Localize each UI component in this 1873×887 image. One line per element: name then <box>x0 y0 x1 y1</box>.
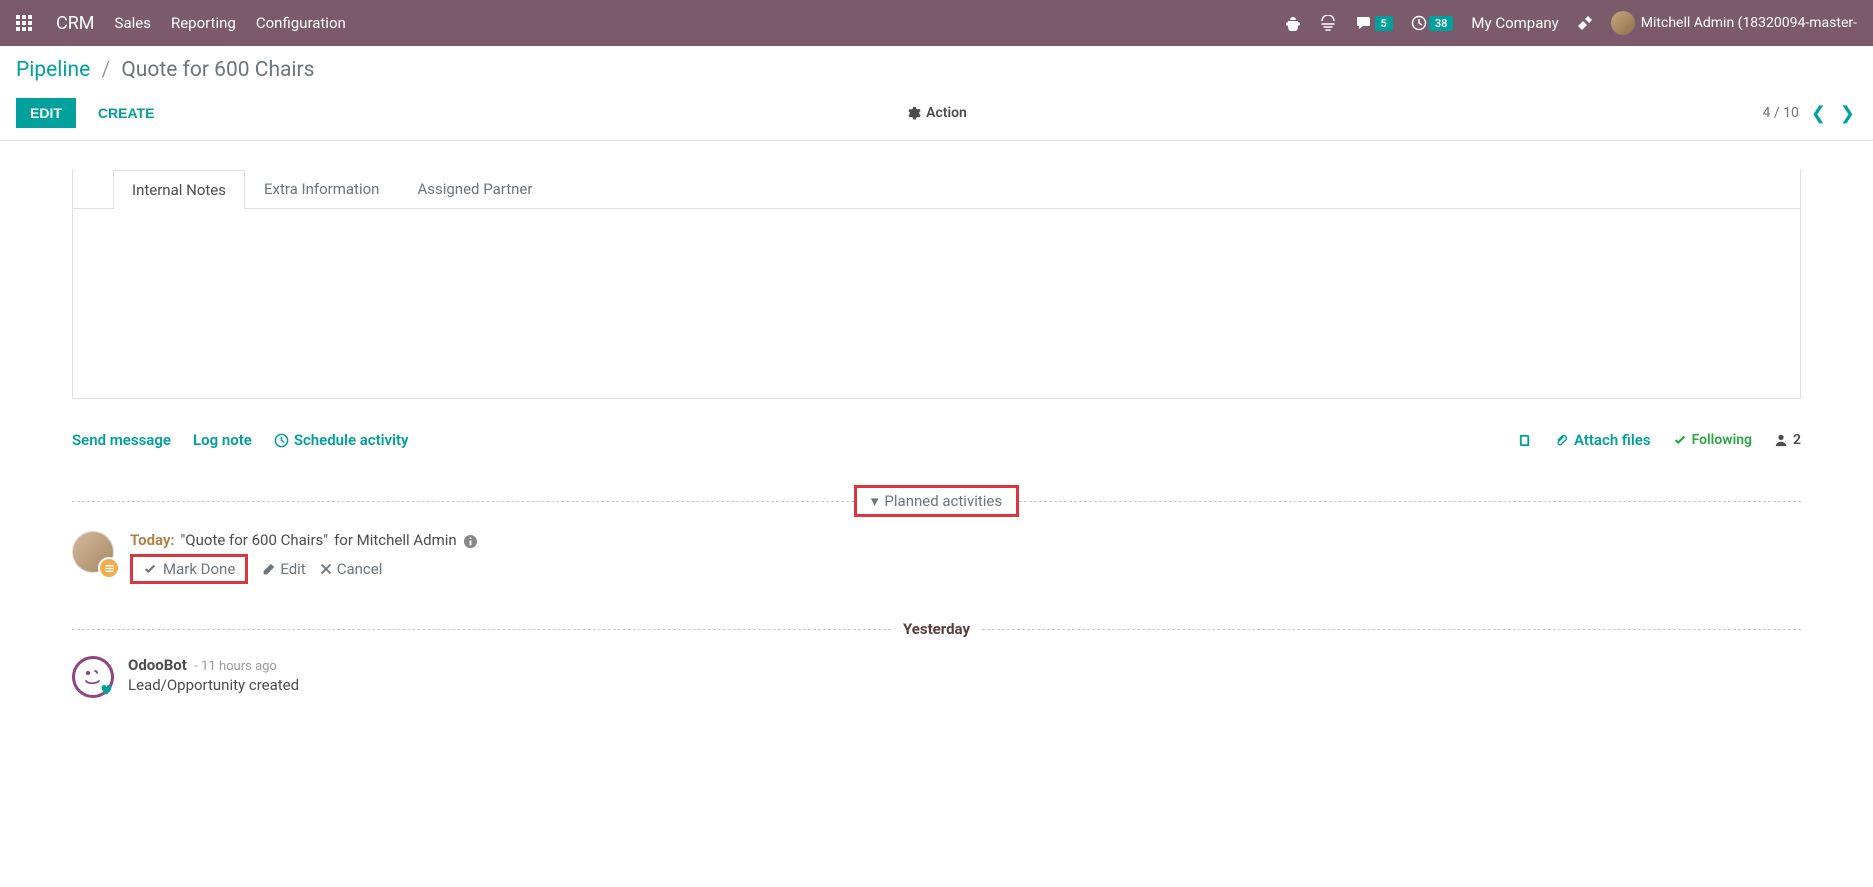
activities-badge: 38 <box>1429 16 1454 31</box>
tab-content <box>73 209 1800 349</box>
app-name[interactable]: CRM <box>56 13 95 34</box>
day-label: Yesterday <box>891 620 982 638</box>
wiki-button[interactable] <box>1517 433 1532 448</box>
activity-avatar-wrap <box>72 531 116 575</box>
apps-icon[interactable] <box>16 15 32 31</box>
check-icon <box>143 562 157 576</box>
planned-activities-label: Planned activities <box>884 492 1002 510</box>
user-avatar <box>1611 11 1635 35</box>
schedule-activity-label: Schedule activity <box>294 431 409 449</box>
info-icon[interactable] <box>463 531 478 549</box>
messages-badge: 5 <box>1375 16 1393 31</box>
mark-done-button[interactable]: Mark Done <box>130 554 248 584</box>
menu-configuration[interactable]: Configuration <box>256 14 346 32</box>
schedule-activity-button[interactable]: Schedule activity <box>274 431 409 449</box>
company-selector[interactable]: My Company <box>1471 14 1558 32</box>
activity-cancel-button[interactable]: Cancel <box>320 560 383 578</box>
followers-button[interactable]: 2 <box>1774 432 1801 448</box>
planned-activities-toggle[interactable]: ▾ Planned activities <box>854 485 1019 517</box>
close-icon <box>320 563 332 575</box>
send-message-button[interactable]: Send message <box>72 431 171 449</box>
top-navbar: CRM Sales Reporting Configuration 5 38 M… <box>0 0 1873 46</box>
book-icon <box>1517 433 1532 448</box>
activity-actions: Mark Done Edit Cancel <box>130 554 1801 584</box>
person-icon <box>1774 433 1788 447</box>
control-right: 4 / 10 ❮ ❯ <box>1762 103 1857 124</box>
tab-extra-info[interactable]: Extra Information <box>245 169 398 208</box>
planned-activities-divider: ▾ Planned activities <box>72 485 1801 517</box>
day-separator: Yesterday <box>72 620 1801 638</box>
pager-prev[interactable]: ❮ <box>1809 103 1828 124</box>
pager-next[interactable]: ❯ <box>1838 103 1857 124</box>
breadcrumb-current: Quote for 600 Chairs <box>121 58 314 82</box>
odoobot-avatar <box>72 656 114 698</box>
log-note-button[interactable]: Log note <box>193 431 252 449</box>
support-icon[interactable] <box>1319 15 1337 31</box>
heart-icon <box>100 681 113 697</box>
tab-assigned-partner[interactable]: Assigned Partner <box>398 169 551 208</box>
message-time: - 11 hours ago <box>194 659 277 674</box>
user-name: Mitchell Admin (18320094-master- <box>1641 15 1857 31</box>
messages-icon[interactable]: 5 <box>1355 15 1393 31</box>
activity-due-label: Today: <box>130 531 175 549</box>
edit-button[interactable]: EDIT <box>16 98 76 128</box>
message-author: OdooBot <box>128 656 187 674</box>
breadcrumb: Pipeline / Quote for 600 Chairs <box>16 58 1857 82</box>
activity-edit-label: Edit <box>280 560 305 578</box>
gear-icon <box>906 106 920 120</box>
breadcrumb-separator: / <box>101 58 110 82</box>
breadcrumb-bar: Pipeline / Quote for 600 Chairs <box>0 46 1873 90</box>
tabs: Internal Notes Extra Information Assigne… <box>73 169 1800 209</box>
create-button[interactable]: CREATE <box>84 98 169 128</box>
tab-internal-notes[interactable]: Internal Notes <box>113 170 245 209</box>
followers-count-value: 2 <box>1793 432 1801 448</box>
activity-summary: Today: "Quote for 600 Chairs" for Mitche… <box>130 531 1801 549</box>
pencil-icon <box>262 563 275 576</box>
bug-icon[interactable] <box>1285 15 1301 31</box>
chatter: Send message Log note Schedule activity … <box>0 399 1873 746</box>
control-panel: EDIT CREATE Action 4 / 10 ❮ ❯ <box>0 90 1873 141</box>
user-menu[interactable]: Mitchell Admin (18320094-master- <box>1611 11 1857 35</box>
breadcrumb-root[interactable]: Pipeline <box>16 58 90 82</box>
activity-content: Today: "Quote for 600 Chairs" for Mitche… <box>130 531 1801 584</box>
navbar-left: CRM Sales Reporting Configuration <box>16 13 346 34</box>
attach-files-button[interactable]: Attach files <box>1554 431 1651 449</box>
message-content: OdooBot - 11 hours ago Lead/Opportunity … <box>128 656 1801 694</box>
activity-edit-button[interactable]: Edit <box>262 560 305 578</box>
activity-type-icon <box>98 557 120 579</box>
activity-title: "Quote for 600 Chairs" <box>181 531 329 549</box>
caret-down-icon: ▾ <box>871 492 879 510</box>
menu-sales[interactable]: Sales <box>115 14 151 32</box>
message-item: OdooBot - 11 hours ago Lead/Opportunity … <box>72 648 1801 706</box>
menu-reporting[interactable]: Reporting <box>171 14 236 32</box>
form-sheet: Internal Notes Extra Information Assigne… <box>72 169 1801 399</box>
content-wrap: Internal Notes Extra Information Assigne… <box>0 169 1873 399</box>
clock-icon <box>274 433 289 448</box>
chatter-right: Attach files Following 2 <box>1517 431 1801 449</box>
action-menu[interactable]: Action <box>906 105 967 121</box>
tools-icon[interactable] <box>1577 15 1593 31</box>
activities-icon[interactable]: 38 <box>1411 15 1454 31</box>
action-label: Action <box>926 105 967 121</box>
activity-item: Today: "Quote for 600 Chairs" for Mitche… <box>72 527 1801 602</box>
activity-cancel-label: Cancel <box>337 560 383 578</box>
following-button[interactable]: Following <box>1673 432 1752 448</box>
pager-text: 4 / 10 <box>1762 105 1798 121</box>
attach-files-label: Attach files <box>1574 431 1651 449</box>
mark-done-label: Mark Done <box>163 560 235 578</box>
check-icon <box>1673 433 1687 447</box>
activity-assignee: for Mitchell Admin <box>334 531 457 549</box>
paperclip-icon <box>1554 433 1569 448</box>
following-label: Following <box>1692 432 1752 448</box>
navbar-right: 5 38 My Company Mitchell Admin (18320094… <box>1285 11 1857 35</box>
chatter-actions: Send message Log note Schedule activity … <box>72 419 1801 461</box>
message-body: Lead/Opportunity created <box>128 676 1801 694</box>
